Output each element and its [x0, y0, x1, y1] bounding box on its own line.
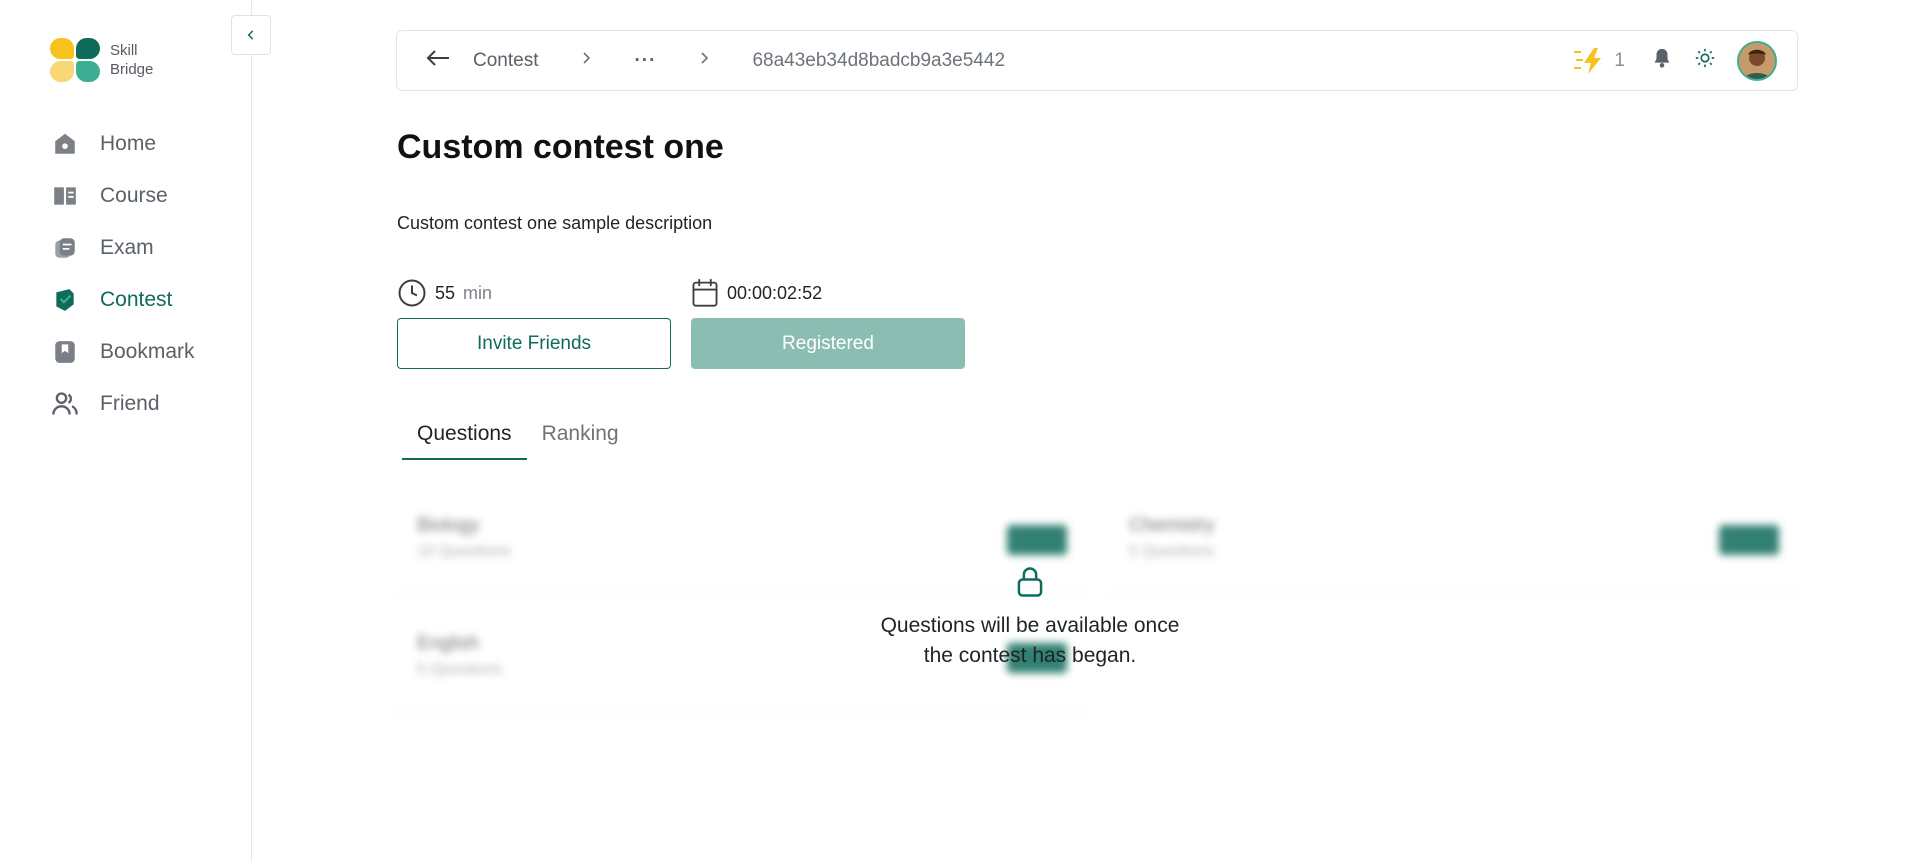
breadcrumb: Contest ··· 68a43eb34d8badcb9a3e5442 — [425, 31, 1005, 90]
question-count: 10 Questions — [417, 543, 512, 560]
tab-ranking[interactable]: Ranking — [527, 410, 634, 460]
contest-countdown: 00:00:02:52 — [691, 278, 822, 308]
theme-toggle-sun-icon[interactable] — [1695, 48, 1715, 73]
streak-indicator[interactable]: 1 — [1574, 47, 1625, 75]
avatar[interactable] — [1737, 40, 1777, 81]
sidebar-item-course[interactable]: Course — [50, 170, 240, 222]
home-icon — [50, 129, 80, 159]
brand-line-2: Bridge — [110, 61, 154, 78]
sidebar-item-bookmark[interactable]: Bookmark — [50, 326, 240, 378]
breadcrumb-contest-link[interactable]: Contest — [473, 50, 538, 72]
breadcrumb-current: 68a43eb34d8badcb9a3e5442 — [752, 49, 1006, 71]
book-icon — [50, 181, 80, 211]
countdown-value: 00:00:02:52 — [727, 282, 823, 303]
friends-icon — [50, 389, 80, 419]
brand-line-1: Skill — [110, 42, 138, 59]
streak-count: 1 — [1614, 49, 1625, 71]
question-start-button[interactable] — [1007, 525, 1067, 555]
clock-icon — [398, 279, 426, 307]
question-subject: Biology — [417, 515, 480, 536]
sidebar-item-contest[interactable]: Contest — [50, 274, 240, 326]
registered-button[interactable]: Registered — [691, 318, 965, 369]
bell-icon[interactable] — [1651, 46, 1673, 75]
sidebar-item-label: Course — [100, 184, 168, 207]
sidebar-nav: Home Course Exam Contest Bookmark Friend — [50, 118, 240, 430]
sidebar-item-home[interactable]: Home — [50, 118, 240, 170]
chevron-left-icon — [247, 30, 254, 40]
lightning-icon — [1574, 47, 1602, 74]
duration-unit: min — [463, 282, 493, 303]
logo-mark-icon — [50, 38, 100, 82]
collapse-sidebar-button[interactable] — [231, 15, 271, 55]
sidebar-item-label: Exam — [100, 236, 154, 259]
question-start-button[interactable] — [1719, 525, 1779, 555]
contest-tabs: Questions Ranking — [402, 410, 634, 460]
page-title: Custom contest one — [397, 128, 724, 166]
calendar-icon — [692, 279, 718, 307]
contest-duration: 55 min — [397, 278, 492, 308]
sidebar-item-label: Friend — [100, 392, 160, 415]
sidebar-item-exam[interactable]: Exam — [50, 222, 240, 274]
lock-icon — [1017, 567, 1043, 597]
question-subject: English — [417, 633, 480, 654]
chevron-right-icon — [582, 51, 592, 70]
sidebar-item-friend[interactable]: Friend — [50, 378, 240, 430]
question-subject: Chemistry — [1129, 515, 1215, 536]
app-logo[interactable]: Skill Bridge — [50, 38, 153, 82]
question-count: 5 Questions — [1129, 543, 1215, 560]
sidebar-item-label: Bookmark — [100, 340, 195, 363]
duration-value: 55 — [435, 282, 456, 303]
bookmark-icon — [50, 337, 80, 367]
exam-icon — [50, 233, 80, 263]
contest-description: Custom contest one sample description — [397, 213, 713, 233]
logo-text: Skill Bridge — [110, 41, 153, 79]
tab-questions[interactable]: Questions — [402, 410, 527, 460]
chevron-right-icon — [700, 51, 710, 70]
locked-message: Questions will be available once the con… — [880, 614, 1180, 667]
top-bar: Contest ··· 68a43eb34d8badcb9a3e5442 1 — [396, 30, 1798, 91]
breadcrumb-ellipsis[interactable]: ··· — [634, 50, 656, 72]
contest-icon — [50, 285, 80, 315]
question-count: 5 Questions — [417, 661, 503, 678]
locked-questions-overlay: Questions will be available once the con… — [865, 566, 1195, 671]
arrow-left-icon[interactable] — [425, 47, 451, 75]
sidebar-item-label: Contest — [100, 288, 173, 311]
invite-friends-button[interactable]: Invite Friends — [397, 318, 671, 369]
sidebar-item-label: Home — [100, 132, 157, 155]
sidebar: Skill Bridge Home Course Exam Contest Bo… — [0, 0, 252, 862]
header-actions: 1 — [1574, 31, 1777, 90]
question-card[interactable]: Chemistry 5 Questions — [1109, 495, 1799, 595]
